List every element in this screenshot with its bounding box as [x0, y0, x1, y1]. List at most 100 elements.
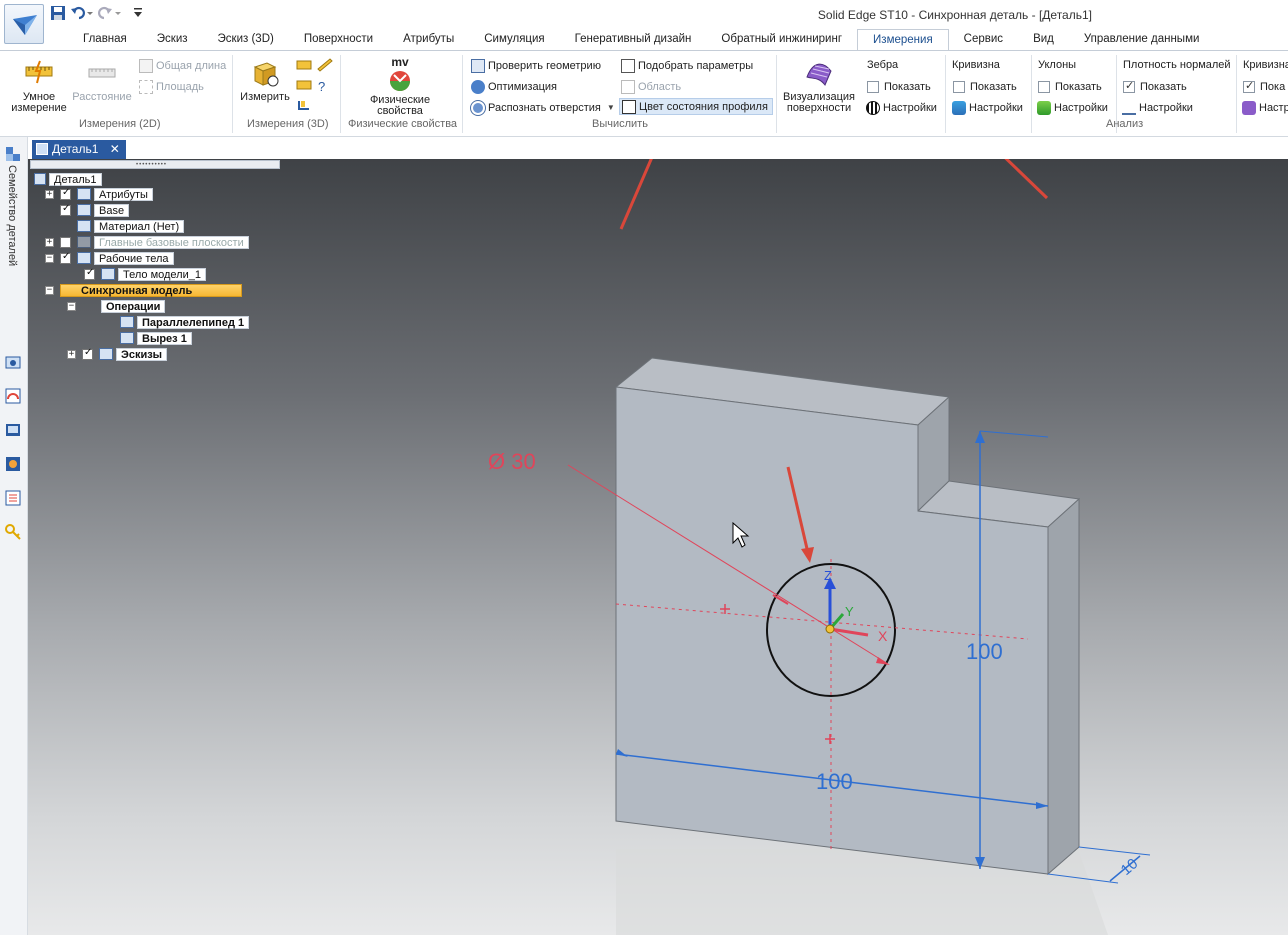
tree-item-base[interactable]: Base — [60, 203, 130, 217]
camera-icon[interactable] — [4, 353, 22, 371]
profile-status-color-icon — [622, 99, 636, 114]
physical-properties-button[interactable]: mv Физические свойства — [360, 56, 440, 117]
tree-item-label: Base — [94, 203, 130, 217]
expand-icon[interactable]: + — [67, 349, 76, 359]
recognize-holes-dropdown-icon[interactable]: ▼ — [607, 103, 615, 112]
tab-sketch[interactable]: Эскиз — [142, 29, 203, 51]
redo-icon[interactable] — [94, 4, 124, 22]
window-title: Solid Edge ST10 - Синхронная деталь - [Д… — [817, 8, 1092, 22]
curvature2-show-checkbox[interactable]: Пока — [1243, 78, 1285, 95]
tab-view[interactable]: Вид — [1018, 29, 1069, 51]
optimization-button[interactable]: Оптимизация — [471, 78, 557, 95]
width-dimension[interactable]: 100 — [816, 769, 853, 794]
graphics-viewport[interactable]: Ø 30 Z Y X 100 100 10 — [28, 159, 1288, 935]
close-icon[interactable]: ✕ — [110, 142, 120, 156]
tab-tools[interactable]: Сервис — [949, 29, 1018, 51]
tree-item-label: Рабочие тела — [94, 251, 174, 265]
tab-reverse-engineering[interactable]: Обратный инжиниринг — [706, 29, 857, 51]
tree-item-synchronous-model[interactable]: − Синхронная модель — [45, 283, 242, 297]
curvature-settings-label: Настройки — [969, 101, 1023, 114]
recognize-holes-button[interactable]: Распознать отверстия ▼ — [471, 99, 615, 116]
tab-sketch-3d[interactable]: Эскиз (3D) — [203, 29, 289, 51]
save-icon[interactable] — [48, 4, 68, 22]
visibility-checkbox[interactable] — [82, 347, 93, 360]
collapse-icon[interactable]: − — [45, 253, 54, 263]
document-tab[interactable]: Деталь1 ✕ — [32, 140, 126, 159]
optimization-icon — [471, 79, 485, 94]
tree-root[interactable]: Деталь1 — [34, 172, 102, 186]
tab-data-management[interactable]: Управление данными — [1069, 29, 1215, 51]
area-button[interactable]: Площадь — [139, 78, 204, 95]
normal-density-heading: Плотность нормалей — [1123, 59, 1231, 71]
tab-attributes[interactable]: Атрибуты — [388, 29, 469, 51]
curvature-show-checkbox[interactable]: Показать — [953, 78, 1017, 95]
render-icon[interactable] — [4, 455, 22, 473]
profile-status-color-button[interactable]: Цвет состояния профиля — [619, 98, 773, 115]
visibility-checkbox[interactable] — [60, 203, 71, 216]
tab-home[interactable]: Главная — [68, 29, 142, 51]
curvature-show-check[interactable] — [953, 80, 965, 93]
tree-item-material[interactable]: Материал (Нет) — [77, 219, 185, 233]
surface-visualization-button[interactable]: Визуализация поверхности — [780, 57, 858, 114]
fit-parameters-button[interactable]: Подобрать параметры — [621, 57, 753, 74]
media-icon[interactable] — [4, 421, 22, 439]
total-length-button[interactable]: Общая длина — [139, 57, 226, 74]
visibility-checkbox[interactable] — [84, 267, 95, 280]
curvature2-settings-label: Настр — [1259, 101, 1288, 114]
slopes-show-checkbox[interactable]: Показать — [1038, 78, 1102, 95]
layers-icon[interactable] — [4, 489, 22, 507]
curvature2-show-check[interactable] — [1243, 79, 1255, 93]
part-family-icon[interactable] — [4, 145, 22, 163]
expand-icon[interactable]: + — [45, 237, 54, 247]
tab-simulation[interactable]: Симуляция — [469, 29, 559, 51]
customize-qat-icon[interactable] — [128, 4, 148, 22]
slopes-settings-button[interactable]: Настройки — [1037, 99, 1108, 116]
tree-item-cutout-1[interactable]: Вырез 1 — [120, 331, 192, 345]
pathfinder-grip[interactable]: •••••••••• — [30, 160, 280, 169]
physical-properties-icon — [390, 71, 410, 91]
tree-item-base-planes[interactable]: + Главные базовые плоскости — [45, 235, 249, 249]
curvature-settings-button[interactable]: Настройки — [952, 99, 1023, 116]
tree-item-body-1[interactable]: Тело модели_1 — [84, 267, 206, 281]
zebra-settings-button[interactable]: Настройки — [866, 99, 937, 116]
tab-generative-design[interactable]: Генеративный дизайн — [560, 29, 707, 51]
normal-density-show-checkbox[interactable]: Показать — [1123, 78, 1187, 95]
ribbon: Умное измерение Расстояние Общая длина П… — [0, 51, 1288, 137]
zebra-show-check[interactable] — [867, 80, 879, 93]
recognize-holes-icon — [471, 100, 485, 115]
tree-item-parallelepiped-1[interactable]: Параллелепипед 1 — [120, 315, 250, 329]
smart-measure-button[interactable]: Умное измерение — [8, 57, 70, 114]
tab-surfaces[interactable]: Поверхности — [289, 29, 388, 51]
zebra-show-checkbox[interactable]: Показать — [867, 78, 931, 95]
key-icon[interactable] — [4, 523, 22, 541]
undo-icon[interactable] — [68, 4, 94, 22]
curvature2-settings-button[interactable]: Настр — [1242, 99, 1288, 116]
height-dimension[interactable]: 100 — [966, 639, 1003, 664]
tree-item-sketches[interactable]: + Эскизы — [67, 347, 168, 361]
visibility-checkbox[interactable] — [60, 236, 71, 248]
check-geometry-button[interactable]: Проверить геометрию — [471, 57, 601, 74]
diameter-dimension[interactable]: Ø 30 — [488, 449, 536, 474]
normal-density-settings-button[interactable]: Настройки — [1122, 99, 1193, 116]
normal-density-show-check[interactable] — [1123, 79, 1135, 93]
distance-button[interactable]: Расстояние — [70, 57, 134, 103]
part-family-tab[interactable]: Семейство деталей — [6, 165, 18, 266]
group-separator — [1031, 55, 1032, 133]
gauge-icon[interactable] — [4, 387, 22, 405]
tree-item-attributes[interactable]: + Атрибуты — [45, 187, 153, 201]
slopes-show-check[interactable] — [1038, 80, 1050, 93]
model-canvas[interactable]: Ø 30 Z Y X 100 100 10 — [28, 159, 1288, 935]
visibility-checkbox[interactable] — [60, 187, 71, 200]
region-button[interactable]: Область — [621, 78, 681, 95]
visibility-checkbox[interactable] — [60, 251, 71, 264]
planes-icon — [77, 236, 91, 248]
tree-item-operations[interactable]: − Операции — [67, 299, 166, 313]
tree-item-bodies[interactable]: − Рабочие тела — [45, 251, 174, 265]
collapse-icon[interactable]: − — [45, 285, 54, 295]
tab-measurements[interactable]: Измерения — [857, 29, 949, 51]
app-menu-button[interactable] — [4, 4, 44, 44]
expand-icon[interactable]: + — [45, 189, 54, 199]
collapse-icon[interactable]: − — [67, 301, 76, 311]
group-label-compute: Вычислить — [592, 118, 648, 130]
measure-3d-button[interactable]: Измерить — [237, 57, 293, 103]
